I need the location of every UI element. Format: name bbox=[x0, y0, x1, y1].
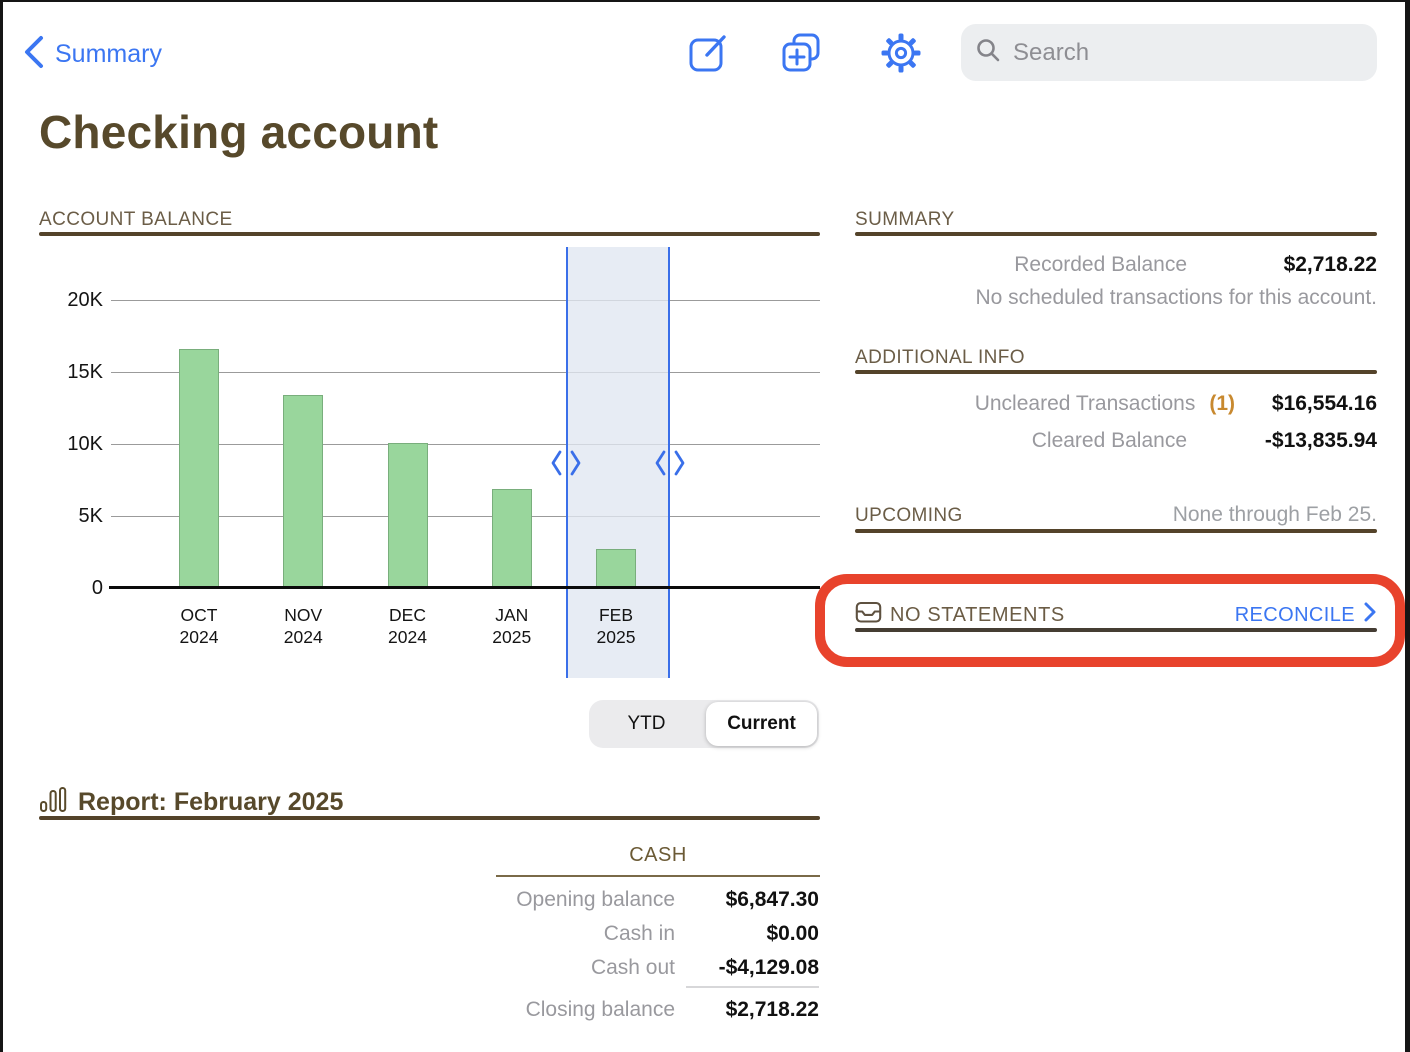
cash-in-value: $0.00 bbox=[675, 922, 819, 946]
cash-in-label: Cash in bbox=[423, 922, 675, 946]
search-input[interactable] bbox=[1011, 38, 1363, 68]
opening-balance-row: Opening balance $6,847.30 bbox=[423, 888, 819, 912]
reconcile-chevron-icon bbox=[1363, 601, 1377, 629]
bar-jan-2025[interactable] bbox=[492, 489, 532, 588]
settings-gear-icon[interactable] bbox=[879, 31, 923, 75]
additional-info-section-title: ADDITIONAL INFO bbox=[855, 347, 1025, 369]
section-rule bbox=[39, 816, 820, 820]
uncleared-transactions-label: Uncleared Transactions bbox=[855, 392, 1195, 416]
total-separator bbox=[686, 986, 819, 988]
x-axis-line bbox=[109, 586, 820, 589]
search-input-container[interactable] bbox=[961, 24, 1377, 81]
cash-out-label: Cash out bbox=[423, 956, 675, 980]
search-icon bbox=[975, 37, 1001, 68]
compose-icon[interactable] bbox=[686, 31, 730, 75]
uncleared-count-badge[interactable]: (1) bbox=[1209, 392, 1235, 416]
x-axis-label: FEB2025 bbox=[571, 604, 661, 648]
toggle-ytd[interactable]: YTD bbox=[589, 713, 704, 735]
y-axis-tick: 10K bbox=[43, 431, 103, 457]
y-axis-tick: 15K bbox=[43, 359, 103, 385]
app-window: Summary bbox=[0, 0, 1410, 1052]
statements-row[interactable]: NO STATEMENTS RECONCILE bbox=[855, 600, 1377, 630]
toggle-current[interactable]: Current bbox=[704, 713, 819, 735]
bar-nov-2024[interactable] bbox=[283, 395, 323, 588]
opening-balance-label: Opening balance bbox=[423, 888, 675, 912]
uncleared-transactions-value: $16,554.16 bbox=[1247, 392, 1377, 416]
x-axis-label: OCT2024 bbox=[154, 604, 244, 648]
chart-section-title: ACCOUNT BALANCE bbox=[39, 209, 233, 231]
back-chevron-icon bbox=[23, 35, 45, 74]
scheduled-transactions-note: No scheduled transactions for this accou… bbox=[855, 286, 1377, 310]
duplicate-add-icon[interactable] bbox=[779, 31, 823, 75]
recorded-balance-row: Recorded Balance $2,718.22 bbox=[855, 253, 1377, 277]
back-label: Summary bbox=[55, 40, 162, 69]
bar-oct-2024[interactable] bbox=[179, 349, 219, 588]
balance-chart: 20K 15K 10K 5K 0 OCT2024 NOV2024 DEC2024 JAN2025… bbox=[39, 242, 820, 682]
selection-right-handle-icon[interactable] bbox=[654, 449, 686, 477]
summary-section-title: SUMMARY bbox=[855, 209, 955, 231]
x-axis-label: NOV2024 bbox=[258, 604, 348, 648]
uncleared-transactions-row: Uncleared Transactions (1) $16,554.16 bbox=[855, 392, 1377, 416]
recorded-balance-value: $2,718.22 bbox=[1187, 253, 1377, 277]
x-axis-label: JAN2025 bbox=[467, 604, 557, 648]
closing-balance-value: $2,718.22 bbox=[675, 998, 819, 1022]
section-rule bbox=[39, 232, 820, 236]
no-statements-label: NO STATEMENTS bbox=[890, 604, 1065, 627]
upcoming-value: None through Feb 25. bbox=[1173, 503, 1377, 527]
bar-chart-icon bbox=[39, 785, 68, 819]
section-rule bbox=[855, 529, 1377, 533]
gridline bbox=[111, 300, 820, 301]
section-rule bbox=[855, 232, 1377, 236]
chart-range-toggle: YTD Current bbox=[589, 700, 819, 748]
report-header: Report: February 2025 bbox=[39, 785, 343, 819]
cleared-balance-row: Cleared Balance -$13,835.94 bbox=[855, 429, 1377, 453]
back-button[interactable]: Summary bbox=[23, 35, 162, 74]
opening-balance-value: $6,847.30 bbox=[675, 888, 819, 912]
cash-in-row: Cash in $0.00 bbox=[423, 922, 819, 946]
cleared-balance-value: -$13,835.94 bbox=[1187, 429, 1377, 453]
closing-balance-row: Closing balance $2,718.22 bbox=[423, 998, 819, 1022]
statements-rule bbox=[855, 628, 1377, 632]
cleared-balance-label: Cleared Balance bbox=[855, 429, 1187, 453]
y-axis-tick: 5K bbox=[43, 503, 103, 529]
recorded-balance-label: Recorded Balance bbox=[855, 253, 1187, 277]
cash-header-rule bbox=[496, 875, 820, 877]
y-axis-tick: 0 bbox=[43, 575, 103, 601]
section-rule bbox=[855, 370, 1377, 374]
cash-column-header: CASH bbox=[496, 844, 820, 867]
closing-balance-label: Closing balance bbox=[423, 998, 675, 1022]
reconcile-label: RECONCILE bbox=[1235, 604, 1355, 627]
bar-feb-2025[interactable] bbox=[596, 549, 636, 588]
page-title: Checking account bbox=[39, 105, 438, 159]
y-axis-tick: 20K bbox=[43, 287, 103, 313]
cash-out-row: Cash out -$4,129.08 bbox=[423, 956, 819, 980]
cash-out-value: -$4,129.08 bbox=[675, 956, 819, 980]
upcoming-section-title: UPCOMING bbox=[855, 505, 1173, 527]
reconcile-link[interactable]: RECONCILE bbox=[1235, 601, 1377, 629]
bar-dec-2024[interactable] bbox=[388, 443, 428, 588]
statements-tray-icon bbox=[855, 601, 882, 629]
selection-left-handle-icon[interactable] bbox=[550, 449, 582, 477]
upcoming-row: UPCOMING None through Feb 25. bbox=[855, 503, 1377, 527]
report-title: Report: February 2025 bbox=[78, 788, 343, 817]
x-axis-label: DEC2024 bbox=[363, 604, 453, 648]
